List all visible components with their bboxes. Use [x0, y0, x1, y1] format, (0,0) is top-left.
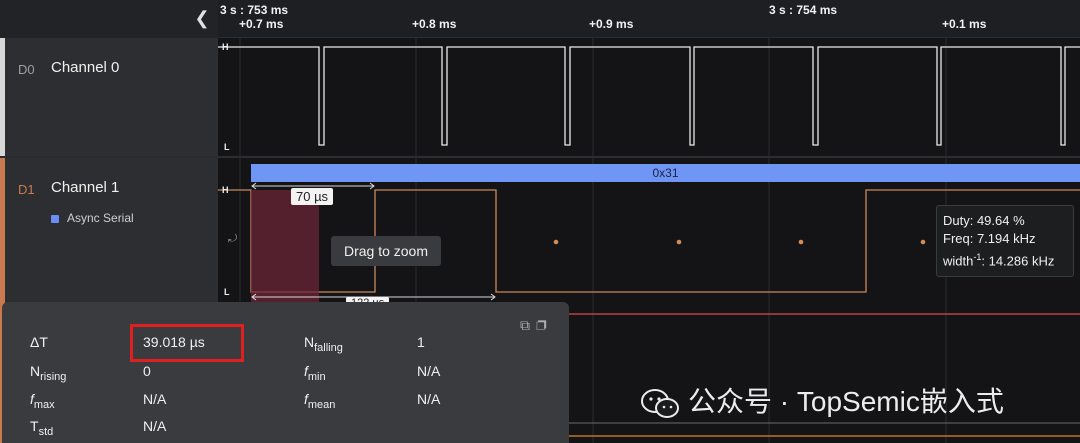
chevron-left-icon: ❮ [194, 8, 210, 28]
edge-trigger-icon[interactable]: ⤾ [228, 233, 237, 246]
drag-to-zoom-hint: Drag to zoom [331, 236, 441, 266]
t-std-label: Tstd [30, 418, 54, 438]
channel-id: D0 [18, 62, 35, 77]
channel-row-0[interactable]: D0 Channel 0 [0, 38, 218, 156]
width-inverse-readout: width-1: 14.286 kHz [943, 252, 1055, 269]
watermark: 公众号 · TopSemic嵌入式 [640, 380, 1004, 420]
n-rising-value: 0 [143, 363, 151, 379]
selection-region [251, 190, 319, 302]
panel-actions: ⧉❐ [520, 317, 553, 334]
low-level-marker: L [224, 287, 230, 297]
n-falling-label: Nfalling [304, 334, 343, 354]
analyzer-color-swatch [51, 214, 59, 223]
collapse-sidebar-button[interactable]: ❮ [190, 6, 214, 30]
delta-t-label: ΔT [30, 334, 48, 350]
n-rising-label: Nrising [30, 363, 67, 383]
high-level-marker: H [222, 42, 229, 52]
channel-name[interactable]: Channel 1 [51, 179, 119, 196]
high-level-marker: H [222, 185, 229, 195]
duty-readout: Duty: 49.64 % [943, 213, 1025, 228]
analyzer-tag[interactable]: Async Serial [51, 211, 134, 225]
wechat-icon [641, 388, 679, 418]
t-std-value: N/A [143, 418, 167, 434]
width-measure-label: 70 µs [291, 188, 334, 205]
channel-name[interactable]: Channel 0 [51, 59, 119, 76]
pulse-info-tooltip: Duty: 49.64 % Freq: 7.194 kHz width-1: 1… [936, 205, 1074, 278]
f-mean-value: N/A [417, 391, 441, 407]
f-min-value: N/A [417, 363, 441, 379]
f-mean-label: fmean [304, 391, 336, 411]
n-falling-value: 1 [417, 334, 425, 350]
layout-icon[interactable]: ⧉ [520, 317, 536, 333]
watermark-text: 公众号 · TopSemic嵌入式 [688, 386, 1004, 417]
copy-icon[interactable]: ❐ [536, 317, 553, 333]
f-max-value: N/A [143, 391, 167, 407]
decoded-value: 0x31 [652, 166, 679, 180]
analyzer-name: Async Serial [67, 211, 134, 225]
channel-id: D1 [18, 182, 35, 197]
channel-0-waveform [218, 46, 1080, 146]
sidebar-header [0, 0, 218, 38]
decoded-frame[interactable]: 0x31 [251, 164, 1080, 182]
f-min-label: fmin [304, 363, 326, 383]
freq-readout: Freq: 7.194 kHz [943, 231, 1036, 246]
f-max-label: fmax [30, 391, 55, 411]
measurement-panel[interactable]: ⧉❐ ΔT 39.018 µs Nfalling 1 Nrising 0 fmi… [2, 302, 569, 443]
delta-t-value: 39.018 µs [143, 334, 205, 350]
low-level-marker: L [224, 142, 230, 152]
